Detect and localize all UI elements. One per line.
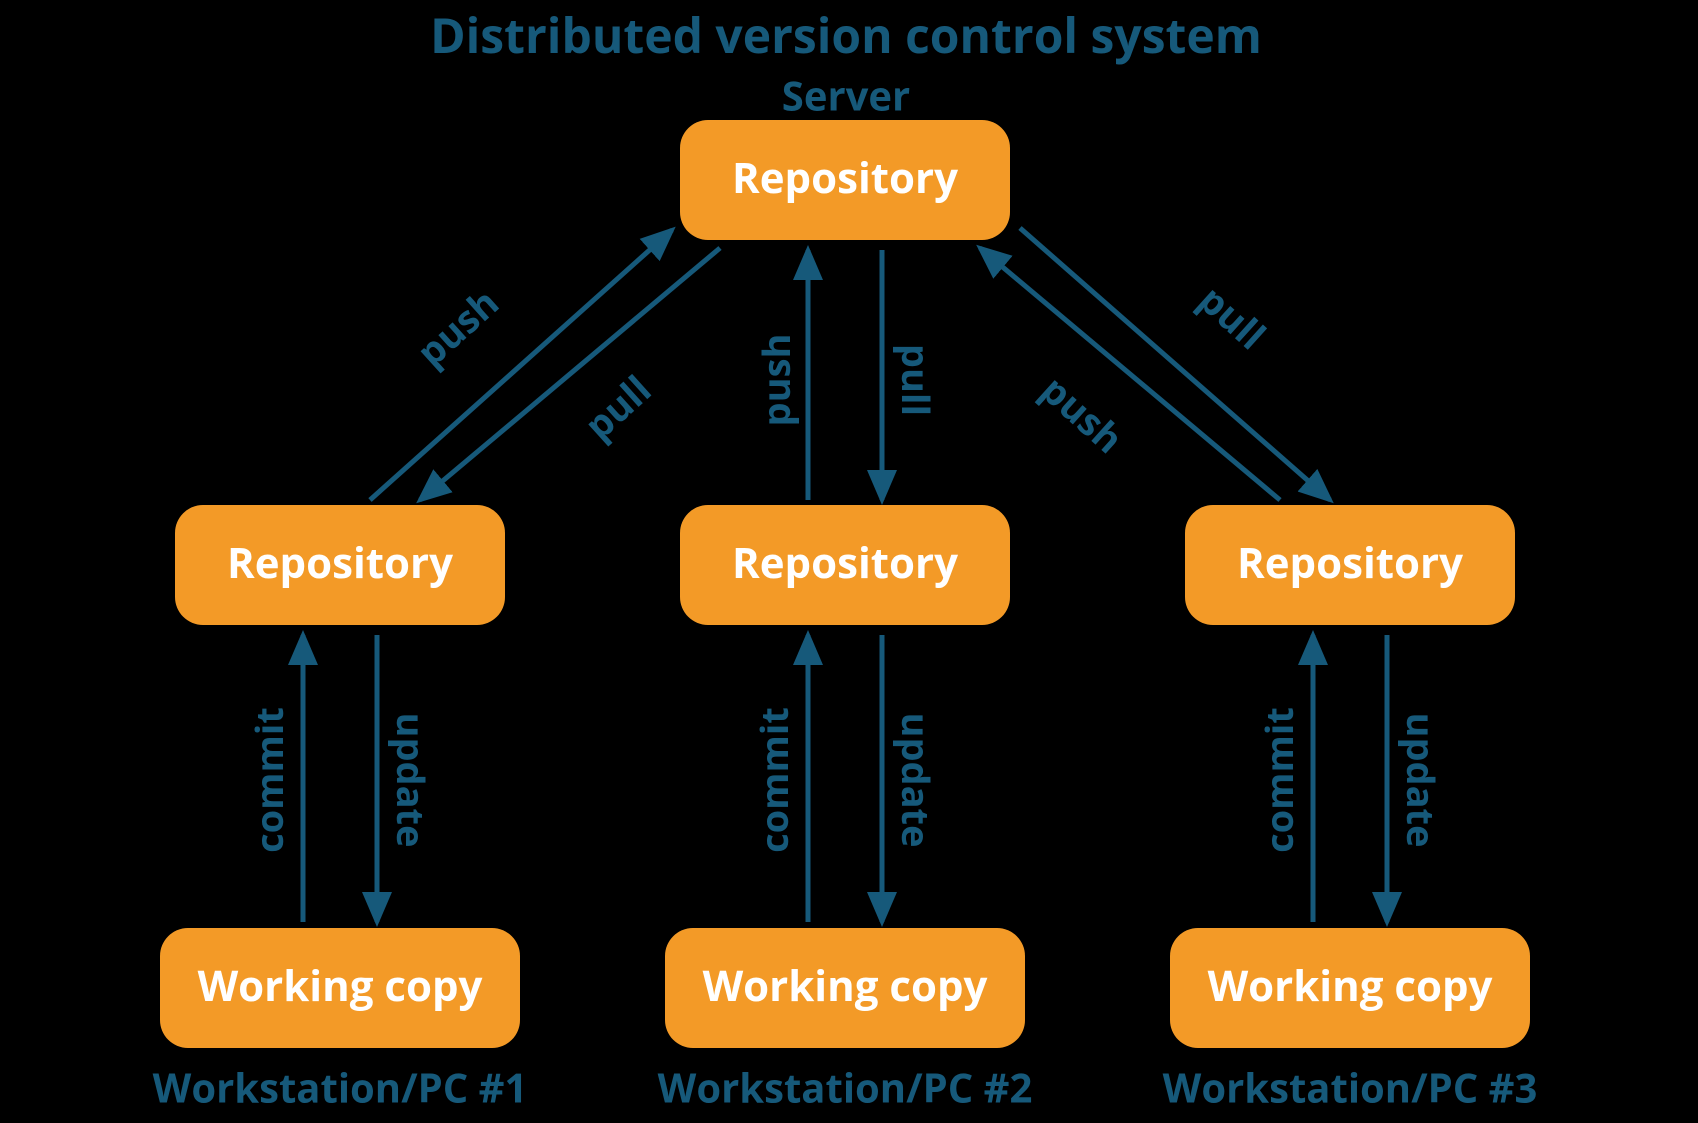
ws3-push-label: push: [1031, 364, 1135, 465]
ws2-update-label: update: [890, 713, 942, 848]
ws2-pull-label: pull: [890, 344, 942, 416]
ws1-repo-text: Repository: [227, 534, 453, 591]
ws1-wc-text: Working copy: [198, 957, 483, 1014]
server-label: Server: [782, 68, 910, 123]
ws1-update-label: update: [385, 713, 437, 848]
ws1-push-label: push: [406, 277, 510, 378]
ws3-wc-text: Working copy: [1208, 957, 1493, 1014]
dvcs-diagram: Distributed version control system Serve…: [0, 0, 1698, 1123]
ws3-pull-label: pull: [1188, 274, 1276, 361]
ws3-update-label: update: [1395, 713, 1447, 848]
ws1-commit-label: commit: [243, 707, 295, 853]
ws3-commit-label: commit: [1253, 707, 1305, 853]
ws3-repo-text: Repository: [1237, 534, 1463, 591]
ws2-commit-label: commit: [748, 707, 800, 853]
ws3-label: Workstation/PC #3: [1163, 1060, 1538, 1115]
ws2-repo-text: Repository: [732, 534, 958, 591]
diagram-title: Distributed version control system: [430, 3, 1262, 68]
ws2-wc-text: Working copy: [703, 957, 988, 1014]
ws2-label: Workstation/PC #2: [658, 1060, 1033, 1115]
server-repo-text: Repository: [732, 149, 958, 206]
ws1-pull-label: pull: [573, 364, 661, 451]
ws1-label: Workstation/PC #1: [153, 1060, 528, 1115]
ws2-push-label: push: [750, 334, 802, 427]
